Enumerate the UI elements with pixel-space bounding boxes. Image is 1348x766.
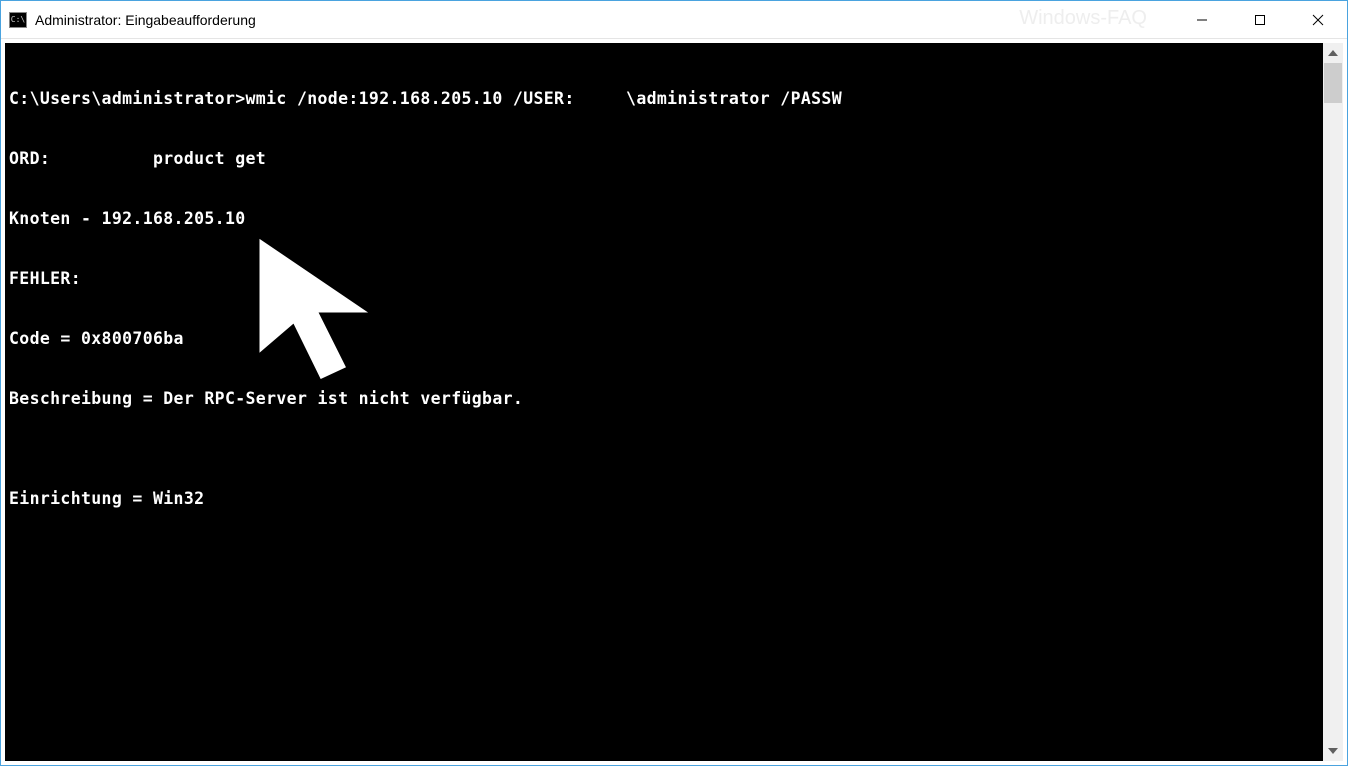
console-line: Einrichtung = Win32 bbox=[9, 489, 1319, 509]
scroll-thumb[interactable] bbox=[1324, 63, 1342, 103]
console-line: FEHLER: bbox=[9, 269, 1319, 289]
mouse-cursor-icon bbox=[248, 226, 428, 406]
console-line: Beschreibung = Der RPC-Server ist nicht … bbox=[9, 389, 1319, 409]
console-line: Code = 0x800706ba bbox=[9, 329, 1319, 349]
maximize-button[interactable] bbox=[1231, 1, 1289, 38]
window-controls bbox=[1173, 1, 1347, 38]
vertical-scrollbar[interactable] bbox=[1323, 43, 1343, 761]
window-title: Administrator: Eingabeaufforderung bbox=[35, 12, 256, 28]
console-line: ORD: product get bbox=[9, 149, 1319, 169]
minimize-button[interactable] bbox=[1173, 1, 1231, 38]
console-line: C:\Users\administrator>wmic /node:192.16… bbox=[9, 89, 1319, 109]
cmd-icon: C:\ bbox=[9, 12, 27, 28]
client-area: C:\Users\administrator>wmic /node:192.16… bbox=[1, 39, 1347, 765]
watermark-text: Windows-FAQ bbox=[1019, 7, 1147, 30]
scroll-down-button[interactable] bbox=[1323, 741, 1343, 761]
console-line: Knoten - 192.168.205.10 bbox=[9, 209, 1319, 229]
close-button[interactable] bbox=[1289, 1, 1347, 38]
console-output[interactable]: C:\Users\administrator>wmic /node:192.16… bbox=[5, 43, 1323, 761]
scroll-up-button[interactable] bbox=[1323, 43, 1343, 63]
command-prompt-window: C:\ Administrator: Eingabeaufforderung W… bbox=[0, 0, 1348, 766]
titlebar[interactable]: C:\ Administrator: Eingabeaufforderung W… bbox=[1, 1, 1347, 39]
scroll-track[interactable] bbox=[1323, 63, 1343, 741]
